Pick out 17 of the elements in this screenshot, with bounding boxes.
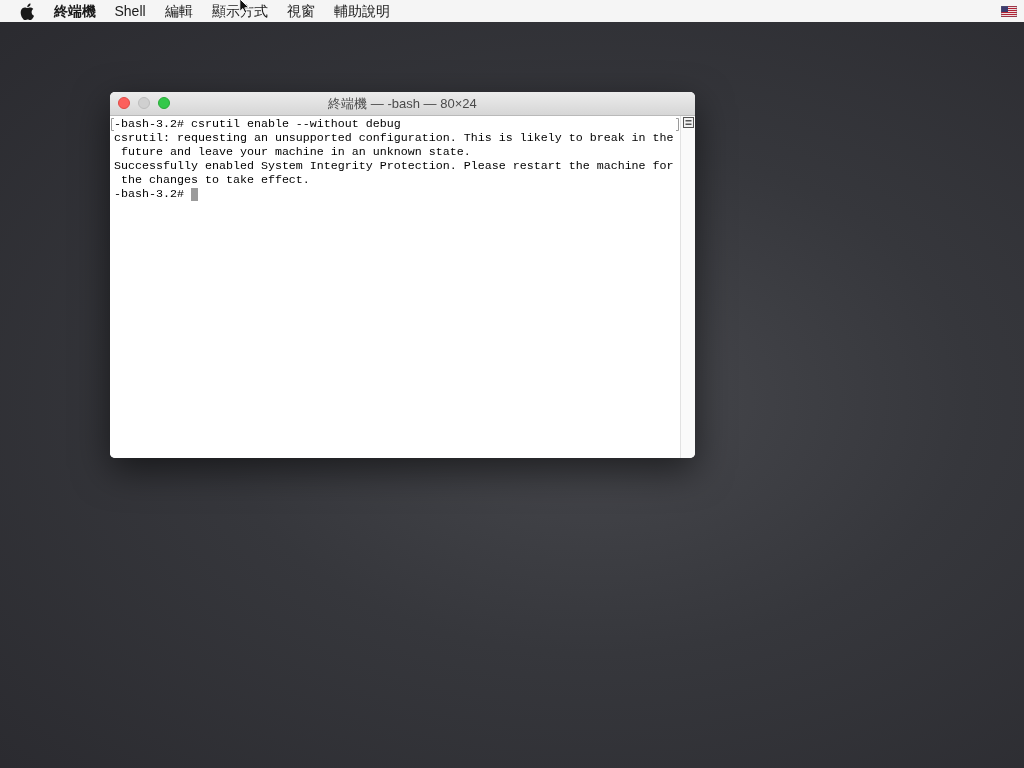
close-window-button[interactable] xyxy=(118,97,130,109)
zoom-window-button[interactable] xyxy=(158,97,170,109)
terminal-line: the changes to take effect. xyxy=(120,173,310,187)
terminal-line: future and leave your machine in an unknown state. xyxy=(120,145,471,159)
terminal-line: -bash-3.2# xyxy=(114,187,185,201)
menu-item[interactable]: Shell xyxy=(105,0,156,22)
split-pane-icon[interactable] xyxy=(682,117,694,128)
terminal-line: -bash-3.2# csrutil enable --without debug xyxy=(114,117,401,131)
window-title: 終端機 — -bash — 80×24 xyxy=(328,95,477,112)
terminal-line: Successfully enabled System Integrity Protection. Please restart the machine for xyxy=(114,159,674,173)
apple-icon[interactable] xyxy=(20,2,34,20)
menu-item[interactable]: 輔助說明 xyxy=(324,0,400,22)
menu-item[interactable]: 編輯 xyxy=(155,0,203,22)
app-menu[interactable]: 終端機 xyxy=(44,0,105,22)
menu-item[interactable]: 視窗 xyxy=(277,0,325,22)
flag-icon[interactable] xyxy=(1001,5,1017,17)
terminal-line: csrutil: requesting an unsupported configuration. This is likely to break in the xyxy=(114,131,674,145)
